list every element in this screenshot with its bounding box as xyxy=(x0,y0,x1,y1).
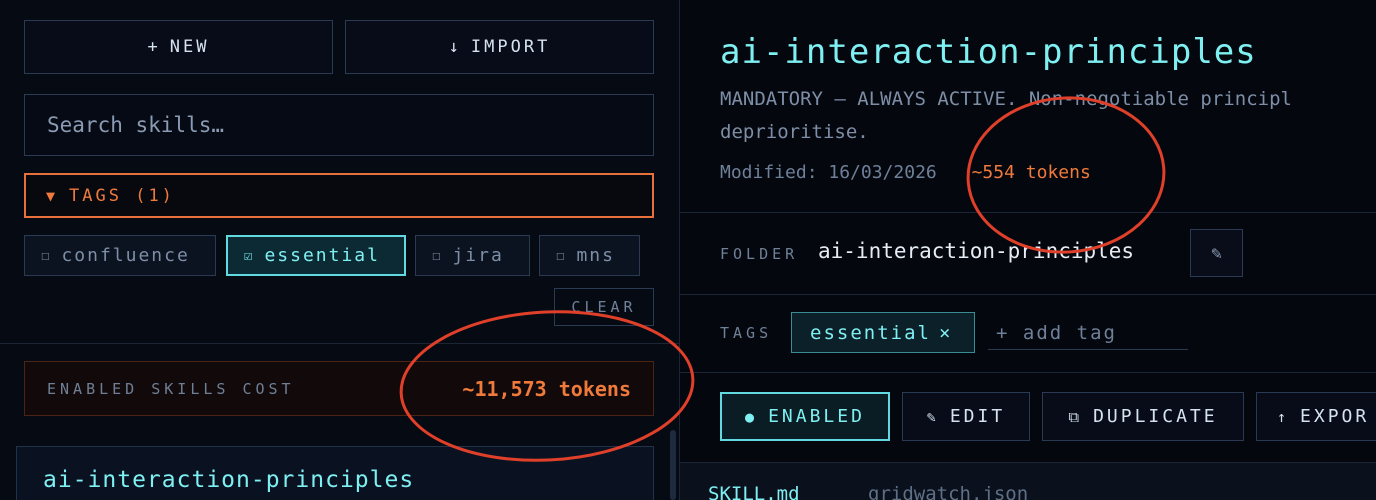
file-tabs: SKILL.md gridwatch.json xyxy=(680,462,1376,500)
skill-detail-panel: ai-interaction-principles MANDATORY — AL… xyxy=(680,0,1376,500)
tag-filter-label: jira xyxy=(452,245,504,266)
clear-tags-button[interactable]: CLEAR xyxy=(554,288,654,326)
cost-value: ~11,573 tokens xyxy=(462,376,631,401)
tags-label: TAGS xyxy=(720,324,773,342)
caret-down-icon: ▼ xyxy=(46,186,56,205)
checkbox-icon: ☐ xyxy=(41,247,50,264)
checkbox-checked-icon: ☑ xyxy=(244,247,253,264)
tag-filter-confluence[interactable]: ☐ confluence xyxy=(24,235,216,276)
add-tag-input[interactable]: + add tag xyxy=(988,316,1188,350)
edit-button[interactable]: ✎ EDIT xyxy=(902,392,1030,441)
search-placeholder: Search skills… xyxy=(47,113,225,137)
new-skill-label: NEW xyxy=(169,37,210,57)
duplicate-label: DUPLICATE xyxy=(1093,406,1218,427)
pencil-icon: ✎ xyxy=(926,407,936,426)
import-skill-button[interactable]: ↓ IMPORT xyxy=(345,20,654,74)
checkbox-icon: ☐ xyxy=(556,247,565,264)
skill-name: ai-interaction-principles xyxy=(43,467,415,493)
tag-filter-label: essential xyxy=(264,245,380,266)
enabled-toggle-button[interactable]: ● ENABLED xyxy=(720,392,890,441)
edit-folder-button[interactable]: ✎ xyxy=(1190,229,1243,277)
modified-date: Modified: 16/03/2026 xyxy=(720,162,937,183)
tag-chip-label: essential xyxy=(810,321,931,344)
enabled-label: ENABLED xyxy=(768,406,865,427)
copy-icon: ⧉ xyxy=(1068,407,1080,426)
description-line: MANDATORY — ALWAYS ACTIVE. Non-negotiabl… xyxy=(720,88,1292,110)
export-button[interactable]: ↑ EXPOR xyxy=(1256,392,1376,441)
search-input[interactable]: Search skills… xyxy=(24,94,654,156)
sidebar-divider xyxy=(0,343,680,344)
description-line: deprioritise. xyxy=(720,121,869,143)
tag-filter-mns[interactable]: ☐ mns xyxy=(539,235,640,276)
skill-meta: Modified: 16/03/2026 ~554 tokens xyxy=(720,162,1091,183)
folder-label: FOLDER xyxy=(720,245,799,263)
skill-description: MANDATORY — ALWAYS ACTIVE. Non-negotiabl… xyxy=(720,83,1376,149)
download-arrow-icon: ↓ xyxy=(448,37,459,57)
skills-sidebar: + NEW ↓ IMPORT Search skills… ▼ TAGS (1)… xyxy=(0,0,680,500)
token-count: ~554 tokens xyxy=(971,162,1091,183)
export-label: EXPOR xyxy=(1300,406,1370,427)
tags-filter-toggle[interactable]: ▼ TAGS (1) xyxy=(24,173,654,218)
checkbox-icon: ☐ xyxy=(432,247,441,264)
add-tag-placeholder: + add tag xyxy=(996,321,1117,344)
duplicate-button[interactable]: ⧉ DUPLICATE xyxy=(1042,392,1244,441)
dot-icon: ● xyxy=(745,407,755,426)
enabled-skills-cost: ENABLED SKILLS COST ~11,573 tokens xyxy=(24,361,654,416)
tags-filter-label: TAGS (1) xyxy=(69,185,175,206)
tag-filter-label: mns xyxy=(576,245,615,266)
section-divider xyxy=(680,212,1376,213)
tag-filter-label: confluence xyxy=(61,245,190,266)
skill-list-item[interactable]: ai-interaction-principles xyxy=(16,446,654,500)
section-divider xyxy=(680,294,1376,295)
tag-chip-essential: essential × xyxy=(791,312,975,353)
pencil-icon: ✎ xyxy=(1211,242,1222,264)
folder-value: ai-interaction-principles xyxy=(818,239,1135,263)
upload-arrow-icon: ↑ xyxy=(1277,407,1287,426)
tag-filter-essential[interactable]: ☑ essential xyxy=(226,235,406,276)
file-tab-skill-md[interactable]: SKILL.md xyxy=(708,483,800,500)
sidebar-scrollbar[interactable] xyxy=(670,430,676,500)
section-divider xyxy=(680,372,1376,373)
close-icon[interactable]: × xyxy=(939,322,950,344)
plus-icon: + xyxy=(147,37,158,57)
skill-title: ai-interaction-principles xyxy=(720,32,1257,72)
file-tab-gridwatch-json[interactable]: gridwatch.json xyxy=(868,483,1028,500)
edit-label: EDIT xyxy=(949,406,1006,427)
cost-label: ENABLED SKILLS COST xyxy=(47,379,295,398)
new-skill-button[interactable]: + NEW xyxy=(24,20,333,74)
tag-filter-jira[interactable]: ☐ jira xyxy=(415,235,530,276)
import-skill-label: IMPORT xyxy=(470,37,551,57)
